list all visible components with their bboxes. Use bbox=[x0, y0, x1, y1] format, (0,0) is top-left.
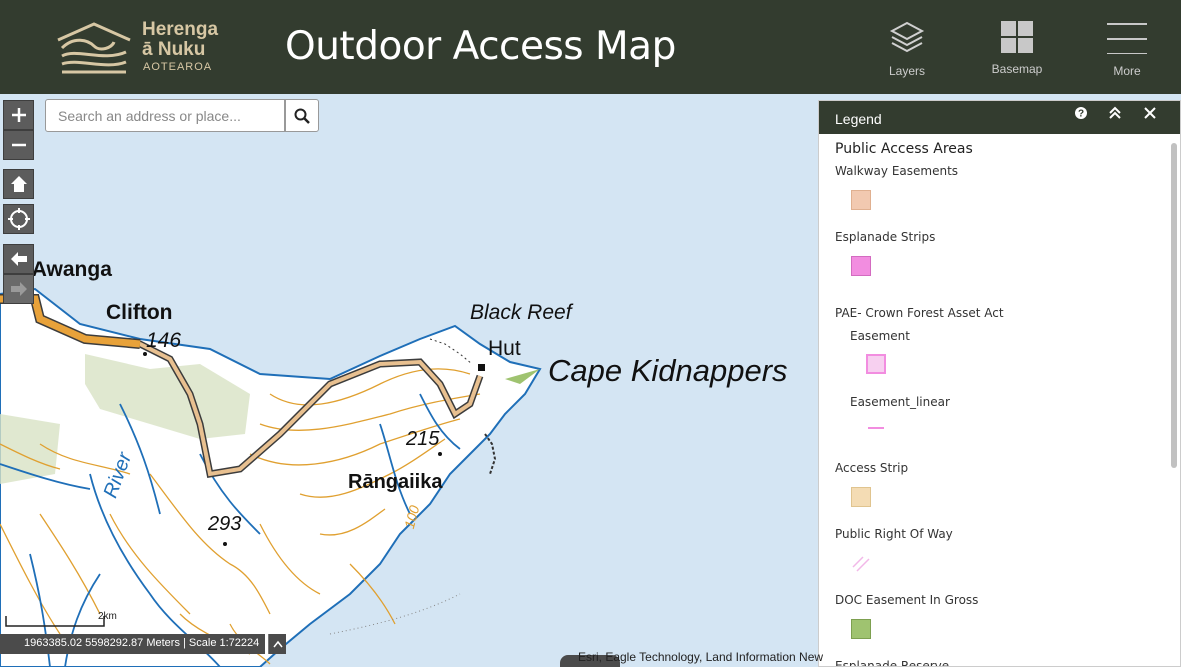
logo-line-1: Herenga bbox=[142, 19, 219, 40]
app-title: Outdoor Access Map bbox=[285, 24, 676, 69]
scale-label: 2km bbox=[98, 611, 117, 622]
more-button[interactable]: More bbox=[1087, 14, 1167, 86]
zoom-out-button[interactable] bbox=[3, 130, 34, 160]
plus-icon bbox=[11, 108, 26, 122]
logo-line-3: AOTEAROA bbox=[143, 61, 213, 73]
label-height-215: 215 bbox=[406, 428, 440, 450]
arrow-left-icon bbox=[10, 252, 27, 266]
legend-item-label: Esplanade Reserve bbox=[835, 659, 950, 667]
layers-button[interactable]: Layers bbox=[867, 14, 947, 86]
legend-item-label: Access Strip bbox=[835, 461, 909, 475]
logo-mark-icon bbox=[57, 22, 131, 74]
home-icon bbox=[10, 176, 27, 192]
collapse-icon[interactable] bbox=[1107, 105, 1123, 121]
legend-section-title: Public Access Areas bbox=[835, 141, 973, 157]
legend-item-label: Easement_linear bbox=[850, 395, 950, 409]
scale-bar bbox=[5, 616, 105, 627]
zoom-in-button[interactable] bbox=[3, 100, 34, 130]
locate-icon bbox=[7, 208, 30, 230]
basemap-grid-icon bbox=[1001, 21, 1033, 53]
layers-label: Layers bbox=[888, 64, 926, 78]
help-icon[interactable]: ? bbox=[1073, 105, 1089, 121]
search-icon bbox=[294, 108, 310, 124]
label-hut: Hut bbox=[488, 337, 521, 360]
access-strip-swatch bbox=[851, 487, 871, 507]
legend-item-label: PAE- Crown Forest Asset Act bbox=[835, 306, 1004, 320]
legend-item-label: Walkway Easements bbox=[835, 164, 959, 178]
public-right-of-way-swatch bbox=[852, 556, 870, 572]
label-rangaiika: Rāngaiika bbox=[348, 471, 443, 493]
logo-line-2: ā Nuku bbox=[142, 39, 206, 60]
legend-title: Legend bbox=[835, 111, 882, 127]
label-cape-kidnappers: Cape Kidnappers bbox=[548, 353, 788, 388]
walkway-easements-swatch bbox=[851, 190, 871, 210]
label-clifton: Clifton bbox=[106, 301, 173, 324]
legend-item-label: DOC Easement In Gross bbox=[835, 593, 979, 607]
herenga-a-nuku-logo[interactable]: Herenga ā Nuku AOTEAROA bbox=[54, 14, 234, 76]
minus-icon bbox=[11, 143, 26, 147]
search-input[interactable]: Search an address or place... bbox=[45, 99, 285, 132]
arrow-right-icon bbox=[10, 282, 27, 296]
easement-swatch bbox=[866, 354, 886, 374]
legend-item-label: Esplanade Strips bbox=[835, 230, 936, 244]
more-label: More bbox=[1113, 64, 1141, 78]
legend-item-label: Public Right Of Way bbox=[835, 527, 953, 541]
easement-linear-swatch bbox=[868, 427, 884, 429]
legend-body: Public Access Areas Walkway Easements Es… bbox=[819, 134, 1180, 666]
map-attribution: Esri, Eagle Technology, Land Information… bbox=[578, 650, 824, 664]
esplanade-strips-swatch bbox=[851, 256, 871, 276]
locate-button[interactable] bbox=[3, 204, 34, 234]
basemap-button[interactable]: Basemap bbox=[977, 14, 1057, 86]
menu-icon bbox=[1107, 23, 1147, 54]
next-extent-button[interactable] bbox=[3, 274, 34, 304]
label-black-reef: Black Reef bbox=[470, 301, 572, 324]
legend-panel: Legend ? Public Access Areas Walkway Eas… bbox=[818, 100, 1181, 667]
coordinates-toggle[interactable] bbox=[268, 634, 286, 654]
label-height-293: 293 bbox=[208, 513, 242, 535]
doc-easement-swatch bbox=[851, 619, 871, 639]
coordinates-readout: 1963385.02 5598292.87 Meters | Scale 1:7… bbox=[0, 634, 266, 654]
chevron-up-icon bbox=[272, 640, 283, 648]
search-button[interactable] bbox=[285, 99, 319, 132]
label-height-146: 146 bbox=[146, 329, 182, 352]
home-button[interactable] bbox=[3, 169, 34, 199]
app-header: Herenga ā Nuku AOTEAROA Outdoor Access M… bbox=[0, 0, 1181, 94]
close-icon[interactable] bbox=[1142, 105, 1158, 121]
basemap-label: Basemap bbox=[991, 62, 1043, 76]
svg-text:?: ? bbox=[1078, 109, 1084, 120]
legend-item-label: Easement bbox=[850, 329, 910, 343]
legend-scrollbar[interactable] bbox=[1171, 143, 1177, 468]
previous-extent-button[interactable] bbox=[3, 244, 34, 274]
legend-header: Legend ? bbox=[819, 101, 1180, 134]
layers-icon bbox=[889, 21, 925, 53]
